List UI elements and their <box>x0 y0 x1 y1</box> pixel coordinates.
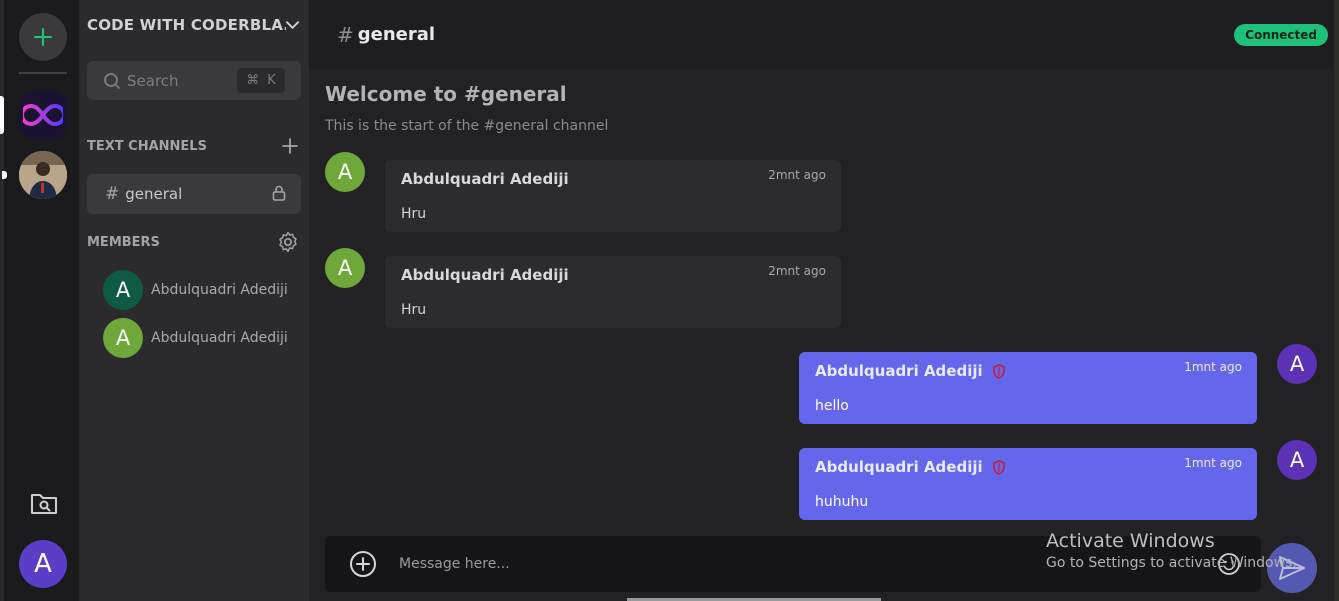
text-channels-header: TEXT CHANNELS <box>87 136 299 156</box>
message-author: Abdulquadri Adediji <box>401 170 569 188</box>
search-icon <box>104 72 120 89</box>
chat-main: # general Connected Welcome to #general … <box>309 0 1339 601</box>
message-input[interactable]: Message here... <box>399 556 510 572</box>
server-profile[interactable] <box>19 151 67 199</box>
welcome-subtitle: This is the start of the #general channe… <box>325 118 609 134</box>
author-name: Abdulquadri Adediji <box>815 458 983 476</box>
members-label: MEMBERS <box>87 234 160 250</box>
current-user-avatar[interactable]: A <box>19 540 67 588</box>
channel-sidebar: CODE WITH CODERBLA... Search ⌘ K TEXT CH… <box>79 0 309 601</box>
channel-title: general <box>357 24 436 45</box>
message-timestamp: 1mnt ago <box>1184 360 1242 374</box>
message-avatar[interactable]: A <box>1277 440 1317 480</box>
channel-header: # general Connected <box>309 0 1339 69</box>
search-button[interactable]: Search ⌘ K <box>87 61 301 100</box>
message-item[interactable]: Abdulquadri Adediji 2mnt ago Hru <box>385 160 841 232</box>
connection-status-badge: Connected <box>1234 24 1328 46</box>
message-text: hello <box>815 398 849 414</box>
text-channels-label: TEXT CHANNELS <box>87 138 207 154</box>
rail-divider <box>19 72 67 74</box>
shield-icon <box>992 459 1005 475</box>
message-avatar[interactable]: A <box>325 152 365 192</box>
welcome-title: Welcome to #general <box>325 82 567 106</box>
profile-photo-icon <box>19 151 67 199</box>
folder-search-icon <box>31 494 57 514</box>
server-header[interactable]: CODE WITH CODERBLA... <box>87 12 299 38</box>
channel-name: general <box>125 185 183 203</box>
message-text: Hru <box>401 302 427 318</box>
server-unread-dot <box>2 171 7 179</box>
member-item[interactable]: A Abdulquadri Adediji <box>103 318 288 358</box>
message-item[interactable]: Abdulquadri Adediji 1mnt ago huhuhu <box>799 448 1257 520</box>
member-item[interactable]: A Abdulquadri Adediji <box>103 270 288 310</box>
server-infinity[interactable] <box>19 91 67 139</box>
plus-icon <box>34 28 52 46</box>
gear-icon[interactable] <box>277 231 299 253</box>
message-timestamp: 1mnt ago <box>1184 456 1242 470</box>
search-label: Search <box>127 71 179 90</box>
watermark-line-1: Activate Windows <box>1046 530 1215 552</box>
shortcut-letter: K <box>267 73 276 88</box>
members-header: MEMBERS <box>87 231 299 253</box>
chat-app: A CODE WITH CODERBLA... Search ⌘ K TEXT … <box>0 0 1339 601</box>
lock-icon <box>272 185 286 201</box>
message-item[interactable]: Abdulquadri Adediji 2mnt ago Hru <box>385 256 841 328</box>
message-item[interactable]: Abdulquadri Adediji 1mnt ago hello <box>799 352 1257 424</box>
message-author: Abdulquadri Adediji <box>815 362 1005 380</box>
member-name: Abdulquadri Adediji <box>151 282 288 298</box>
window-edge <box>1334 0 1339 601</box>
message-timestamp: 2mnt ago <box>768 168 826 182</box>
member-avatar: A <box>103 270 143 310</box>
command-key: ⌘ <box>246 73 260 88</box>
active-server-indicator <box>0 96 4 134</box>
message-author: Abdulquadri Adediji <box>401 266 569 284</box>
author-name: Abdulquadri Adediji <box>815 362 983 380</box>
infinity-icon <box>23 103 63 127</box>
message-text: Hru <box>401 206 427 222</box>
hash-icon: # <box>337 22 354 47</box>
message-author: Abdulquadri Adediji <box>815 458 1005 476</box>
member-avatar: A <box>103 318 143 358</box>
plus-icon[interactable] <box>281 137 299 155</box>
server-name: CODE WITH CODERBLA... <box>87 16 286 34</box>
watermark-line-2: Go to Settings to activate Windows. <box>1046 555 1297 571</box>
add-attachment-icon[interactable] <box>349 550 377 578</box>
add-server-button[interactable] <box>19 13 67 61</box>
message-text: huhuhu <box>815 494 869 510</box>
author-name: Abdulquadri Adediji <box>401 170 569 188</box>
shield-icon <box>992 363 1005 379</box>
server-rail: A <box>0 0 79 601</box>
channel-item-general[interactable]: # general <box>87 174 301 214</box>
search-shortcut: ⌘ K <box>237 68 285 93</box>
hash-icon: # <box>105 184 120 204</box>
chevron-down-icon <box>285 21 299 30</box>
explore-servers-button[interactable] <box>30 490 58 516</box>
message-avatar[interactable]: A <box>325 248 365 288</box>
author-name: Abdulquadri Adediji <box>401 266 569 284</box>
message-avatar[interactable]: A <box>1277 344 1317 384</box>
windows-activation-watermark: Activate Windows Go to Settings to activ… <box>1046 530 1297 571</box>
member-name: Abdulquadri Adediji <box>151 330 288 346</box>
message-timestamp: 2mnt ago <box>768 264 826 278</box>
